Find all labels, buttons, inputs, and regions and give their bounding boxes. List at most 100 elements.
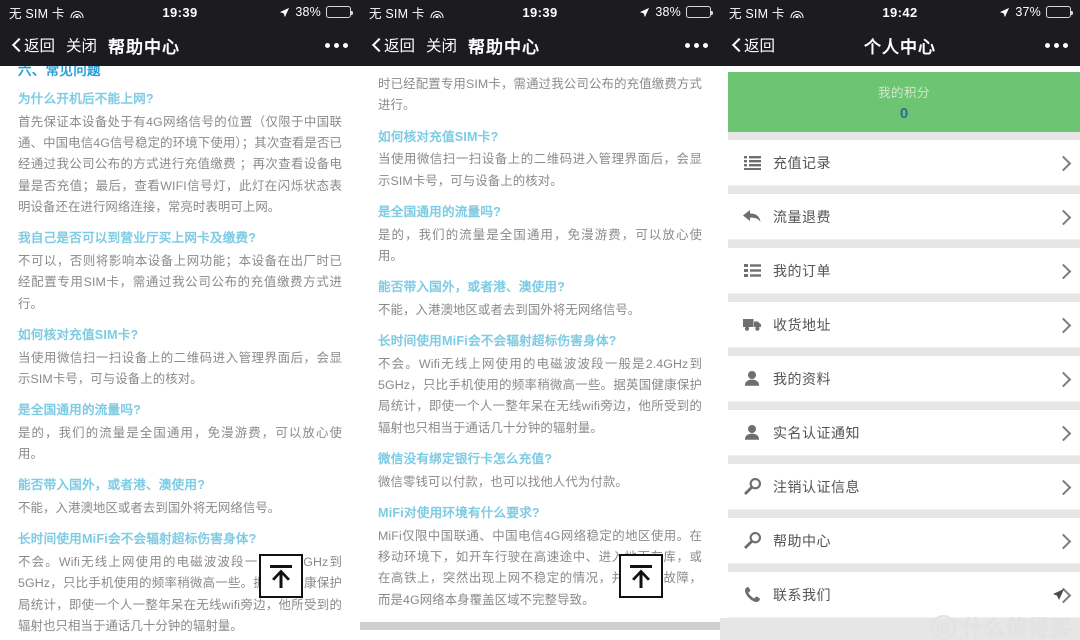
menu-item-recharge-records[interactable]: 充值记录	[728, 140, 1080, 186]
location-arrow-icon	[999, 7, 1010, 18]
points-label: 我的积分	[877, 86, 930, 100]
menu-divider	[728, 510, 1080, 518]
battery-percent: 38%	[295, 5, 321, 19]
back-button[interactable]: 返回	[732, 34, 775, 56]
panel-help-center-2: 无 SIM 卡 19:39 38% 返回 关闭 帮助中心 时已经配置专用SIM卡…	[360, 0, 720, 640]
three-phone-screenshots: 无 SIM 卡 19:39 38% 返回 关闭 帮助中心 六、常见问题 为什么开…	[0, 0, 1080, 640]
menu-item-realname-notice[interactable]: 实名认证通知	[728, 410, 1080, 456]
nav-bar: 返回 关闭 帮助中心	[0, 24, 360, 66]
chevron-right-icon	[1058, 533, 1068, 549]
status-bar-right: 37%	[999, 5, 1074, 19]
chevron-left-icon	[372, 38, 381, 53]
phone-icon	[742, 585, 762, 605]
status-bar-left: 无 SIM 卡	[369, 3, 444, 22]
scroll-to-top-icon[interactable]	[259, 554, 303, 598]
status-bar: 无 SIM 卡 19:42 37%	[720, 0, 1080, 24]
status-bar: 无 SIM 卡 19:39 38%	[0, 0, 360, 24]
chevron-right-icon	[1058, 371, 1068, 387]
faq-answer: 当使用微信扫一扫设备上的二维码进入管理界面后，会显示SIM卡号，可与设备上的核对…	[18, 350, 342, 386]
faq-question: 如何核对充值SIM卡?	[378, 129, 499, 144]
faq-question: 是全国通用的流量吗?	[378, 204, 502, 219]
faq-answer: 是的，我们的流量是全国通用，免漫游费，可以放心使用。	[378, 227, 702, 263]
faq-answer: 当使用微信扫一扫设备上的二维码进入管理界面后，会显示SIM卡号，可与设备上的核对…	[378, 152, 702, 188]
status-bar: 无 SIM 卡 19:39 38%	[360, 0, 720, 24]
back-label: 返回	[744, 38, 776, 55]
wrench-icon	[742, 531, 762, 551]
faq-question: 长时间使用MiFi会不会辐射超标伤害身体?	[18, 532, 257, 547]
chevron-right-icon	[1058, 263, 1068, 279]
more-dots-icon[interactable]	[325, 42, 348, 48]
menu-divider	[728, 240, 1080, 248]
list-bullet-icon	[742, 261, 762, 281]
wrench-icon	[742, 477, 762, 497]
menu-divider	[728, 294, 1080, 302]
faq-question: 微信没有绑定银行卡怎么充值?	[378, 452, 553, 467]
menu-item-help-center[interactable]: 帮助中心	[728, 518, 1080, 564]
chevron-right-icon	[1058, 155, 1068, 171]
close-button[interactable]: 关闭	[66, 34, 97, 56]
menu-divider	[728, 456, 1080, 464]
cursor-icon	[1050, 588, 1066, 604]
menu-item-label: 我的订单	[773, 262, 831, 279]
faq-answer: 微信零钱可以付款，也可以找他人代为付款。	[378, 474, 628, 489]
status-bar-left: 无 SIM 卡	[9, 3, 84, 22]
menu-item-label: 流量退费	[773, 208, 831, 225]
faq-answer: 不能，入港澳地区或者去到国外将无网络信号。	[378, 302, 641, 317]
page-title: 帮助中心	[468, 37, 540, 57]
location-arrow-icon	[639, 7, 650, 18]
carrier-label: 无 SIM 卡	[9, 6, 65, 21]
back-button[interactable]: 返回	[12, 34, 55, 56]
menu-divider	[728, 348, 1080, 356]
reply-arrow-icon	[742, 207, 762, 227]
wifi-icon	[70, 7, 84, 18]
article-body[interactable]: 时已经配置专用SIM卡，需通过我公司公布的充值缴费方式进行。 如何核对充值SIM…	[360, 66, 720, 630]
nav-bar: 返回 关闭 帮助中心	[360, 24, 720, 66]
close-button[interactable]: 关闭	[426, 34, 457, 56]
back-label: 返回	[384, 38, 416, 55]
nav-left-group: 返回 关闭	[12, 34, 97, 56]
back-button[interactable]: 返回	[372, 34, 415, 56]
menu-divider	[728, 564, 1080, 572]
battery-icon	[686, 6, 714, 18]
more-dots-icon[interactable]	[1045, 42, 1068, 48]
continued-paragraph: 时已经配置专用SIM卡，需通过我公司公布的充值缴费方式进行。	[378, 77, 702, 113]
article-body[interactable]: 六、常见问题 为什么开机后不能上网? 首先保证本设备处于有4G网络信号的位置（仅…	[0, 66, 360, 640]
faq-question: 能否带入国外，或者港、澳使用?	[18, 478, 206, 493]
faq-question: 长时间使用MiFi会不会辐射超标伤害身体?	[378, 334, 617, 349]
menu-item-shipping-address[interactable]: 收货地址	[728, 302, 1080, 348]
status-bar-right: 38%	[639, 5, 714, 19]
bottom-scroll-strip	[360, 622, 720, 630]
faq-answer: 不可以，否则将影响本设备上网功能；本设备在出厂时已经配置专用SIM卡，需通过我公…	[18, 253, 342, 311]
menu-item-traffic-refund[interactable]: 流量退费	[728, 194, 1080, 240]
faq-question: 为什么开机后不能上网?	[18, 92, 154, 106]
menu-item-my-orders[interactable]: 我的订单	[728, 248, 1080, 294]
status-bar-left: 无 SIM 卡	[729, 3, 804, 22]
menu-item-label: 注销认证信息	[773, 478, 860, 495]
points-card: 我的积分 0	[728, 72, 1080, 132]
carrier-label: 无 SIM 卡	[729, 6, 785, 21]
menu-item-label: 联系我们	[773, 586, 831, 603]
faq-question: 如何核对充值SIM卡?	[18, 327, 139, 342]
panel-help-center-1: 无 SIM 卡 19:39 38% 返回 关闭 帮助中心 六、常见问题 为什么开…	[0, 0, 360, 640]
menu-item-cancel-verification[interactable]: 注销认证信息	[728, 464, 1080, 510]
page-title: 帮助中心	[108, 37, 180, 57]
truck-icon	[742, 315, 762, 335]
menu-item-label: 帮助中心	[773, 532, 831, 549]
faq-question: 能否带入国外，或者港、澳使用?	[378, 280, 566, 295]
battery-icon	[1046, 6, 1074, 18]
profile-content: 我的积分 0 充值记录 流量退费 我的订单 收货地址 我的资料 实名认证通知 注…	[720, 72, 1080, 640]
chevron-right-icon	[1058, 209, 1068, 225]
menu-item-label: 我的资料	[773, 370, 831, 387]
nav-left-group: 返回 关闭	[372, 34, 457, 56]
carrier-label: 无 SIM 卡	[369, 6, 425, 21]
menu-item-my-profile[interactable]: 我的资料	[728, 356, 1080, 402]
more-dots-icon[interactable]	[685, 42, 708, 48]
section-title: 六、常见问题	[18, 66, 101, 78]
location-arrow-icon	[279, 7, 290, 18]
faq-question: MiFi对使用环境有什么要求?	[378, 506, 540, 521]
scroll-to-top-icon[interactable]	[619, 554, 663, 598]
chevron-left-icon	[12, 38, 21, 53]
back-label: 返回	[24, 38, 56, 55]
menu-item-contact-us[interactable]: 联系我们	[728, 572, 1080, 618]
faq-question: 是全国通用的流量吗?	[18, 403, 142, 418]
